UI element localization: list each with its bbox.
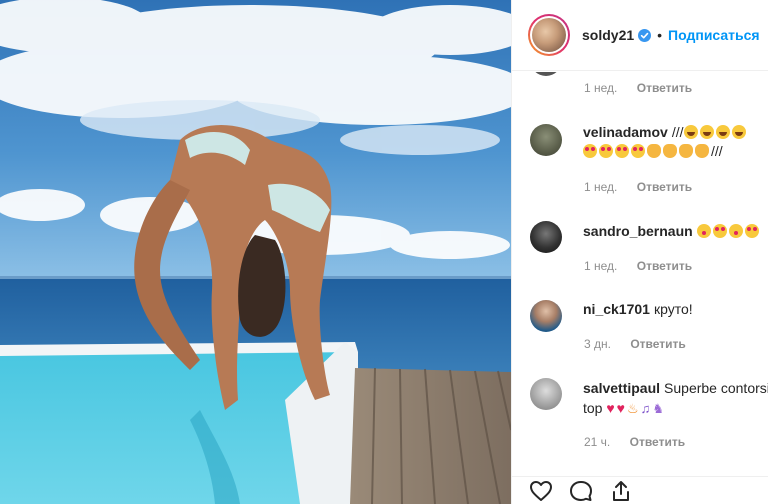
comment-meta: 3 дн. Ответить [584,337,686,351]
heart-icon[interactable] [529,480,553,502]
reply-button[interactable]: Ответить [630,435,685,449]
comment-icon[interactable] [569,480,593,502]
comment-text-line2: top ♥ ♥ ♨ ♫ ♞ [583,399,768,418]
comment-time[interactable]: 1 нед. [584,259,617,273]
comment-time[interactable]: 1 нед. [584,180,617,194]
comment-time[interactable]: 1 нед. [584,81,617,95]
comment-username[interactable]: ni_ck1701 [583,301,650,317]
comment-text: salvettipaul Superbe contorsi [583,379,768,397]
comment-body: /// [671,124,684,140]
verified-badge-icon [638,28,652,42]
clapping-emoji-icon [647,144,661,158]
comment-body: Superbe contorsi [664,380,768,396]
laughing-emoji-icon [731,125,746,139]
comment-username[interactable]: velinadamov [583,124,668,140]
reply-button[interactable]: Ответить [637,81,692,95]
separator-dot: • [657,27,663,43]
reply-button[interactable]: Ответить [637,259,692,273]
author-avatar-frame [530,16,568,54]
red-heart-emoji-icon: ♥ [606,400,615,416]
comment-text: sandro_bernaun [583,222,768,240]
comment-avatar[interactable] [530,378,562,410]
comment-avatar[interactable] [530,72,562,76]
clapping-emoji-icon [679,144,693,158]
post-photo[interactable] [0,0,511,504]
heart-eyes-emoji-icon [744,224,759,238]
post-actions-bar [512,476,768,504]
heart-eyes-emoji-icon [712,224,727,238]
post-photo-image [0,0,511,504]
comment-meta: 21 ч. Ответить [584,435,685,449]
comment-body-line2: top [583,400,603,416]
comment-username[interactable]: salvettipaul [583,380,660,396]
author-avatar-image [532,18,566,52]
heart-eyes-emoji-icon [599,144,613,158]
comment-meta: 1 нед. Ответить [584,81,692,95]
comment-avatar[interactable] [530,300,562,332]
clapping-emoji-icon [695,144,709,158]
comment-body-suffix: /// [711,143,723,159]
comment-body: круто! [653,301,693,317]
clapping-emoji-icon [663,144,677,158]
comment-avatar[interactable] [530,124,562,156]
unicorn-emoji-icon: ♞ [652,401,665,416]
follow-button[interactable]: Подписаться [668,27,760,43]
comment-username[interactable]: sandro_bernaun [583,223,693,239]
music-notes-emoji-icon: ♫ [640,401,651,416]
comment-time[interactable]: 3 дн. [584,337,611,351]
heart-eyes-emoji-icon [631,144,645,158]
reply-button[interactable]: Ответить [637,180,692,194]
heart-eyes-emoji-icon [583,144,597,158]
kissing-emoji-icon [696,224,711,238]
laughing-emoji-icon [699,125,714,139]
laughing-emoji-icon [683,125,698,139]
fire-emoji-icon: ♨ [626,401,639,416]
comment-meta: 1 нед. Ответить [584,180,692,194]
post-header: soldy21 • Подписаться [512,0,768,71]
heart-eyes-emoji-icon [615,144,629,158]
comments-list: 1 нед. Ответить velinadamov/// /// 1 нед… [512,72,768,476]
author-username[interactable]: soldy21 [582,27,634,43]
author-avatar[interactable] [528,14,570,56]
comment-meta: 1 нед. Ответить [584,259,692,273]
laughing-emoji-icon [715,125,730,139]
kissing-emoji-icon [728,224,743,238]
comments-panel: soldy21 • Подписаться 1 нед. Ответить ve… [511,0,768,504]
comment-text-line2: /// [583,142,768,160]
comment-time[interactable]: 21 ч. [584,435,610,449]
instagram-post-modal: soldy21 • Подписаться 1 нед. Ответить ve… [0,0,768,504]
red-heart-emoji-icon: ♥ [616,400,625,416]
comment-avatar[interactable] [530,221,562,253]
comment-text: velinadamov/// [583,123,768,141]
comment-text: ni_ck1701 круто! [583,300,768,318]
reply-button[interactable]: Ответить [630,337,685,351]
share-icon[interactable] [609,480,633,502]
